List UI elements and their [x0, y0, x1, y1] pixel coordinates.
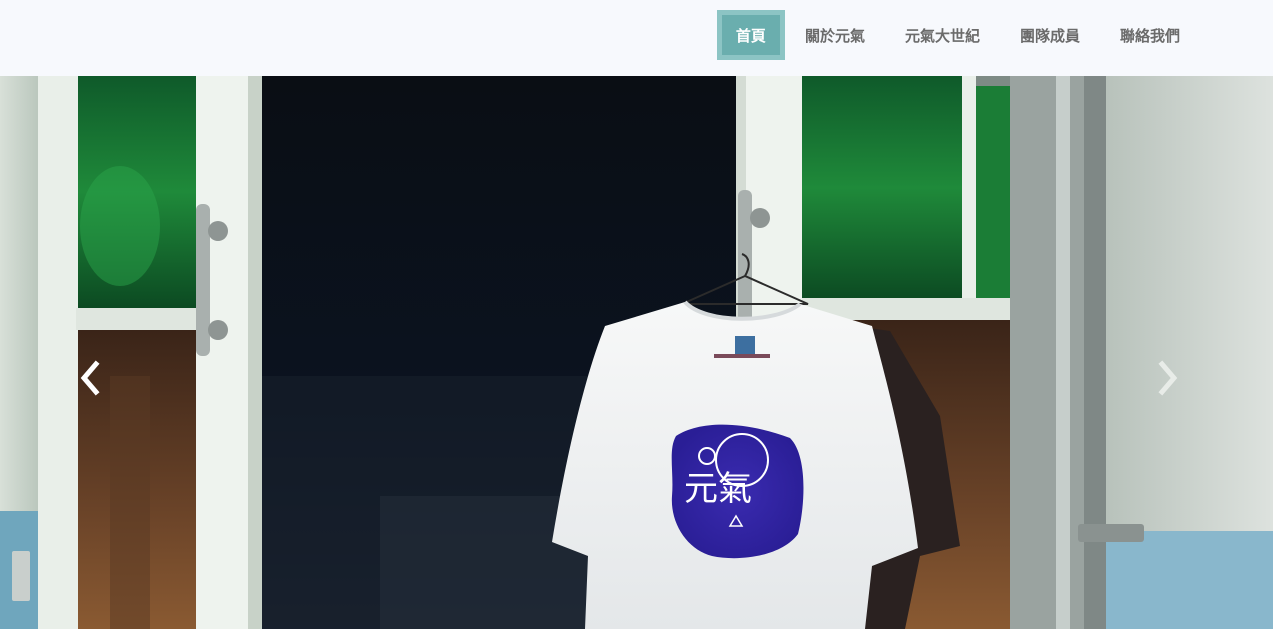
- nav-item-team[interactable]: 團隊成員: [1000, 10, 1100, 60]
- main-nav: 首頁 關於元氣 元氣大世紀 團隊成員 聯絡我們: [716, 10, 1200, 60]
- carousel-prev-button[interactable]: [70, 358, 110, 398]
- hero-carousel: 元氣: [0, 76, 1273, 629]
- nav-item-about[interactable]: 關於元氣: [785, 10, 885, 60]
- chevron-left-icon: [80, 360, 100, 396]
- top-navbar: 首頁 關於元氣 元氣大世紀 團隊成員 聯絡我們: [0, 0, 1273, 76]
- nav-item-home[interactable]: 首頁: [716, 10, 785, 60]
- chevron-right-icon: [1158, 360, 1178, 396]
- carousel-slide-image: 元氣: [0, 76, 1273, 629]
- shirt-print-text: 元氣: [684, 469, 752, 509]
- carousel-next-button[interactable]: [1148, 358, 1188, 398]
- nav-item-contact[interactable]: 聯絡我們: [1100, 10, 1200, 60]
- nav-item-history[interactable]: 元氣大世紀: [885, 10, 1000, 60]
